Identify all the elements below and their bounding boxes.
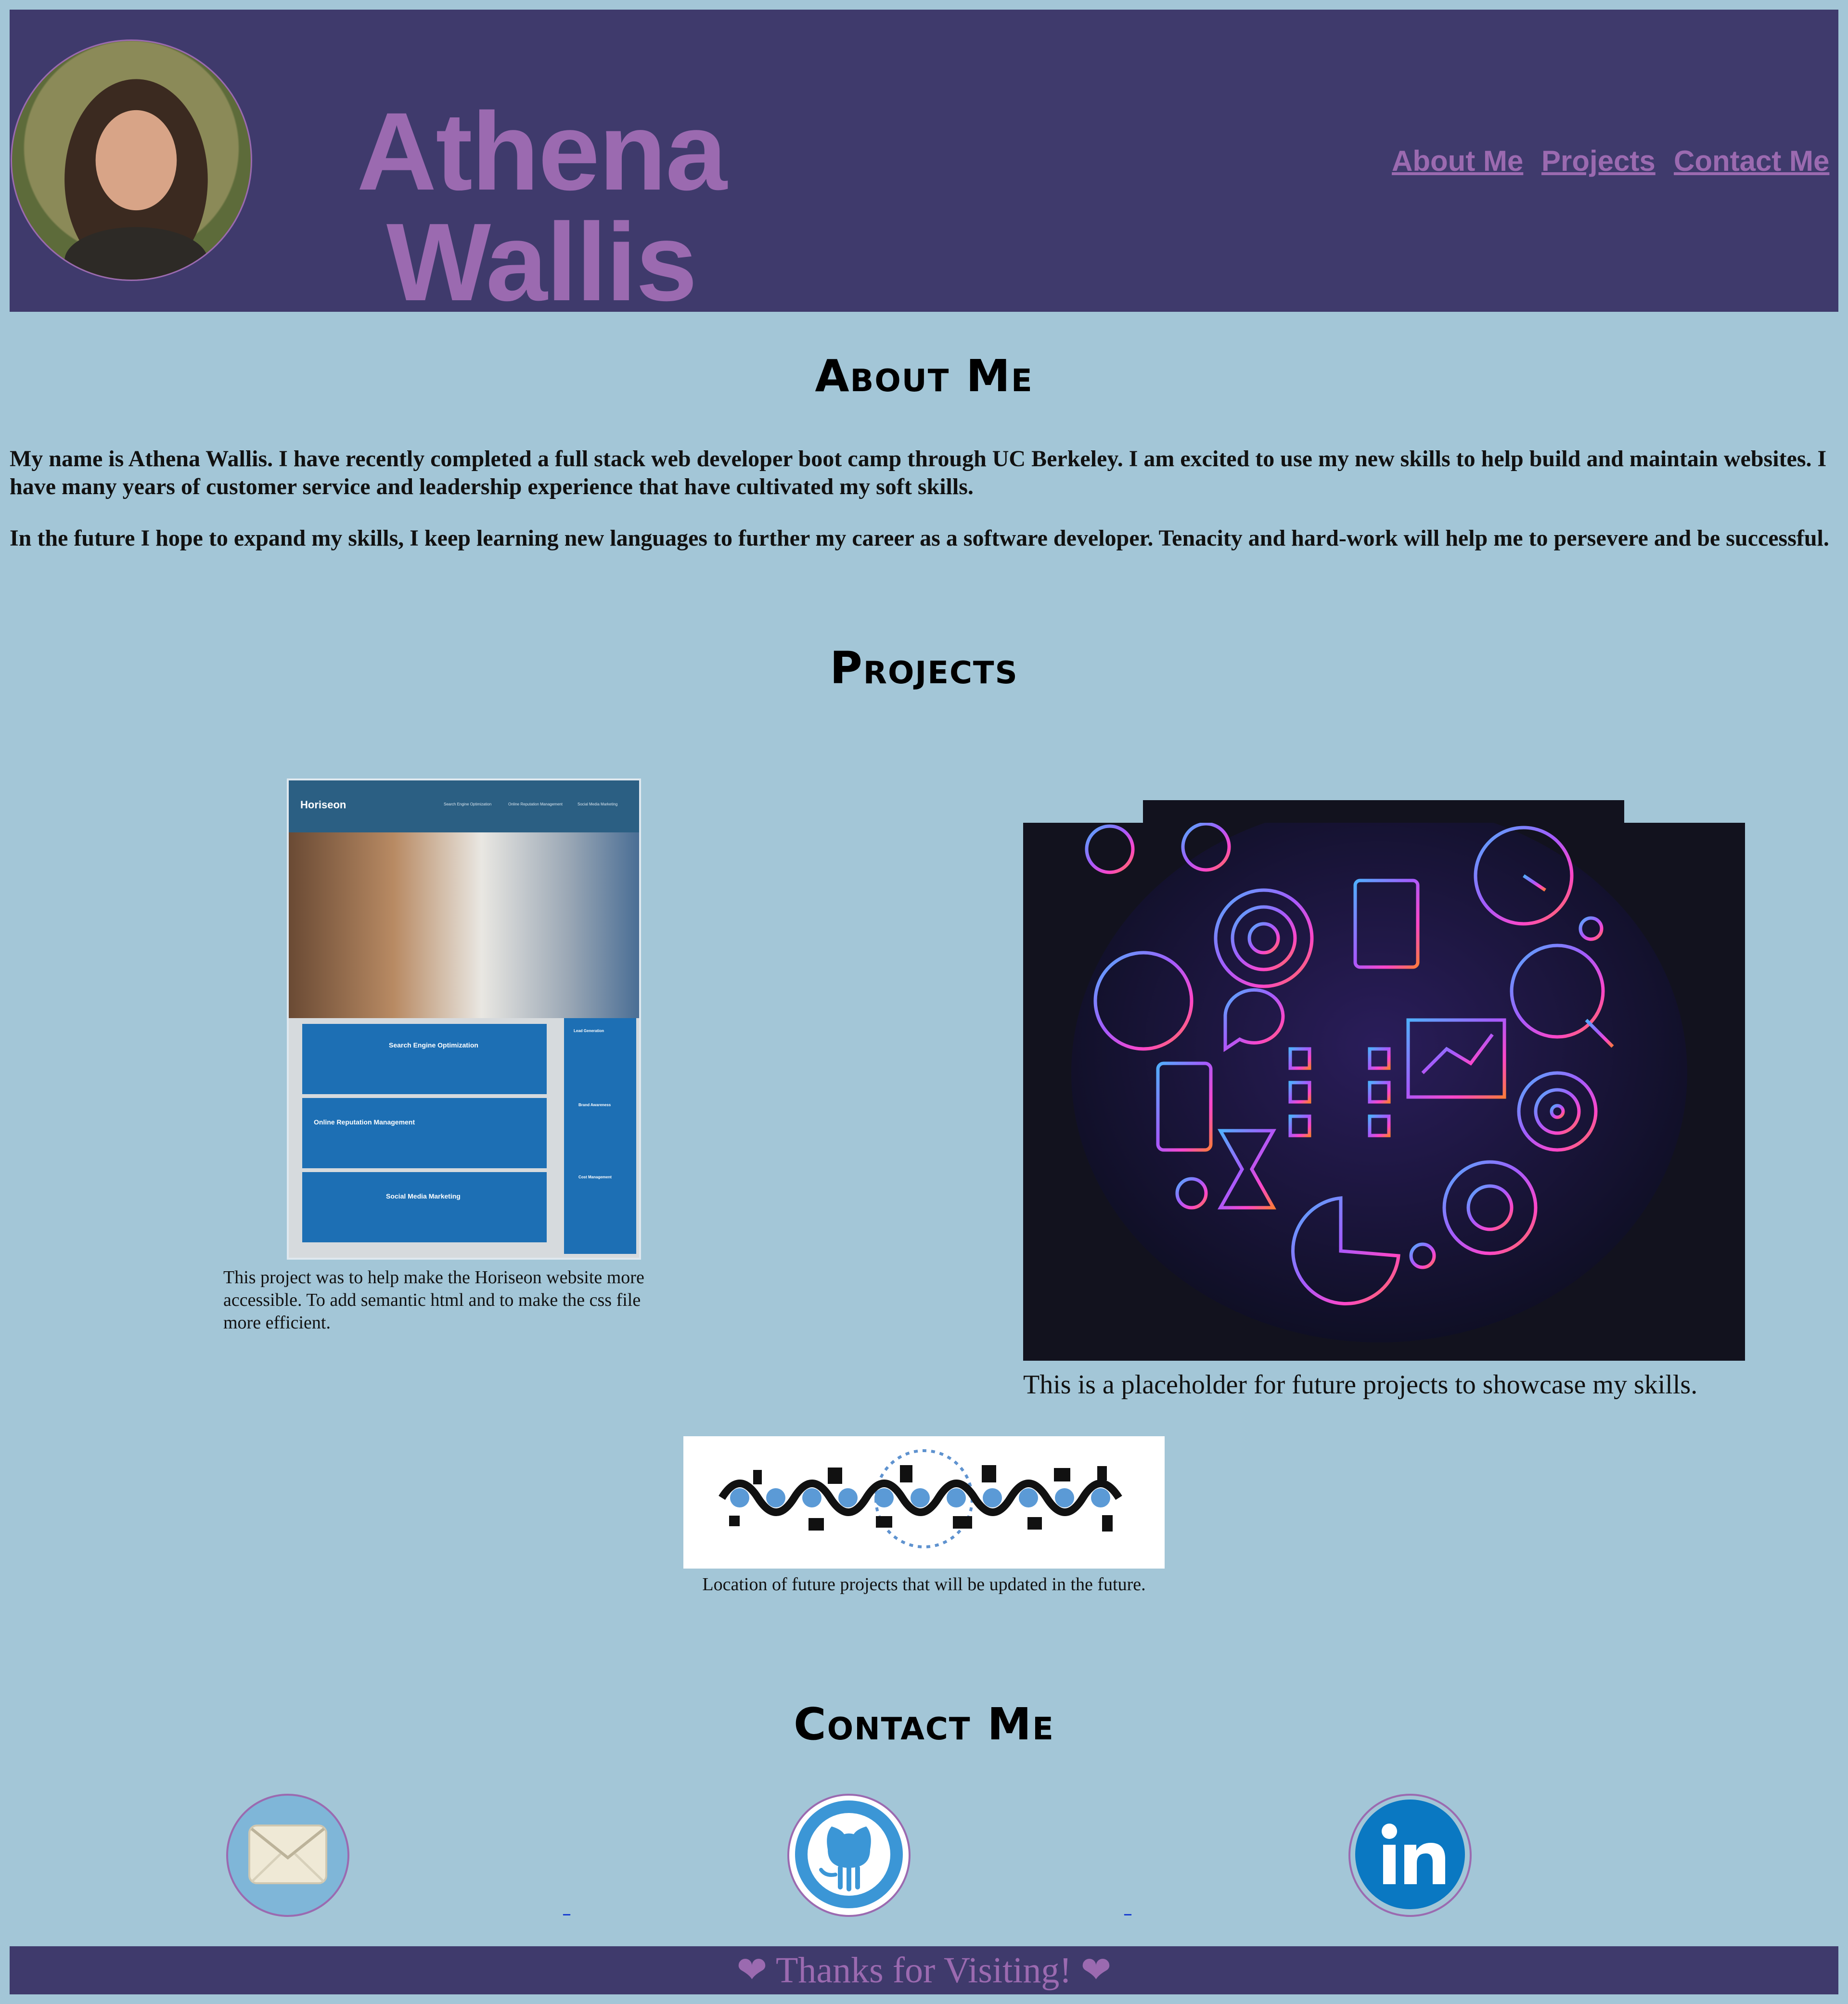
github-octocat-icon [792,1798,906,1914]
footer-text: Thanks for Visiting! [775,1950,1072,1991]
site-title: Athena Wallis [357,89,727,324]
horiseon-side-2: Brand Awareness [578,1103,611,1107]
projects-title: Projects [830,642,1018,694]
profile-photo [11,39,252,281]
email-link[interactable] [226,1794,349,1917]
horiseon-nav-3: Social Media Marketing [578,802,618,806]
placeholder-project-image[interactable] [1023,823,1745,1361]
github-link[interactable] [787,1794,911,1917]
linkedin-underline-link[interactable]: _ [1124,1901,1131,1917]
nav-about-me[interactable]: About Me [1392,144,1523,178]
github-underline-link[interactable]: _ [563,1901,570,1917]
about-paragraph-1: My name is Athena Wallis. I have recentl… [10,446,1827,499]
horiseon-card-3: Social Media Marketing [386,1192,461,1200]
linkedin-icon [1353,1798,1467,1914]
heart-icon-left: ❤ [736,1950,768,1991]
site-footer: ❤ Thanks for Visiting! ❤ [10,1946,1838,1994]
linkedin-link[interactable] [1348,1794,1472,1917]
horiseon-logo: Horiseon [300,799,346,811]
horiseon-side-1: Lead Generation [574,1029,604,1033]
nav-projects[interactable]: Projects [1541,144,1656,178]
horiseon-card-1: Search Engine Optimization [389,1041,478,1049]
horiseon-nav-1: Search Engine Optimization [444,802,492,806]
horiseon-caption: This project was to help make the Horise… [223,1267,644,1333]
horiseon-project-screenshot[interactable]: Horiseon Search Engine Optimization Onli… [287,779,641,1260]
placeholder-caption: This is a placeholder for future project… [1023,1370,1698,1400]
horiseon-card-2: Online Reputation Management [314,1118,415,1126]
about-title: About Me [815,350,1033,402]
horiseon-side-3: Cost Management [578,1175,612,1179]
placeholder-image-tab [1143,800,1624,824]
nav-contact-me[interactable]: Contact Me [1674,144,1829,178]
horiseon-nav-2: Online Reputation Management [508,802,563,806]
horiseon-hero-photo [289,832,639,1018]
envelope-icon [247,1823,329,1888]
timeline-caption: Location of future projects that will be… [702,1574,1146,1595]
heart-icon-right: ❤ [1080,1950,1112,1991]
about-paragraph-2: In the future I hope to expand my skills… [10,525,1829,551]
future-projects-timeline-image[interactable] [683,1436,1165,1569]
contact-title: Contact Me [794,1698,1054,1750]
